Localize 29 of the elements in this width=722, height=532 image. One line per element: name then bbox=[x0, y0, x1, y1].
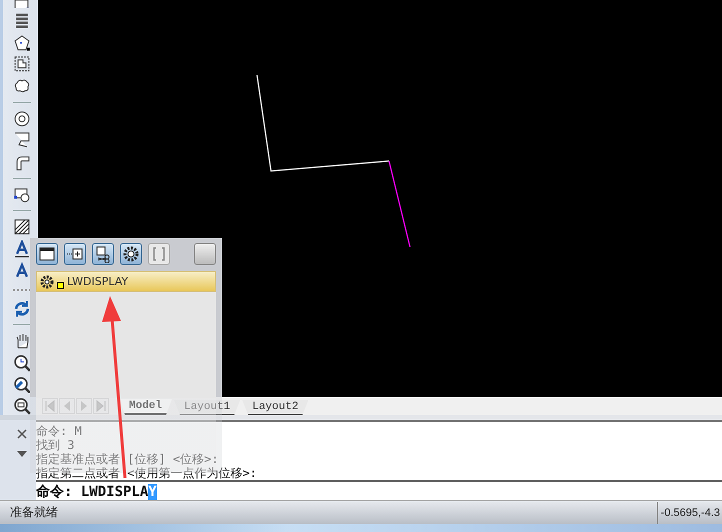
command-history-line: 指定基准点或者 [位移] <位移>: bbox=[36, 452, 220, 466]
callout-icon[interactable] bbox=[13, 131, 31, 150]
hatch-region-icon[interactable] bbox=[13, 55, 31, 73]
suggestion-item[interactable]: LWDISPLAY bbox=[36, 271, 216, 292]
command-history-line: 找到 3 bbox=[36, 438, 76, 452]
toolbar-button[interactable] bbox=[120, 243, 142, 265]
marker-icon bbox=[57, 282, 64, 289]
text-icon[interactable] bbox=[13, 240, 31, 258]
command-history-line: 指定第二点或者 <使用第一点作为位移>: bbox=[36, 466, 258, 480]
status-message: 准备就绪 bbox=[9, 504, 59, 521]
window-icon bbox=[38, 245, 56, 263]
close-icon[interactable] bbox=[16, 428, 28, 440]
toolbar-button[interactable] bbox=[64, 243, 86, 265]
polygon-icon[interactable] bbox=[13, 34, 31, 52]
toolbar-button[interactable] bbox=[36, 243, 58, 265]
zoom-icon[interactable] bbox=[13, 354, 31, 372]
command-history-line: 命令: M bbox=[36, 424, 83, 438]
scissors-icon bbox=[94, 245, 112, 263]
toolbar-button[interactable] bbox=[92, 243, 114, 265]
text-icon[interactable] bbox=[13, 262, 31, 280]
refresh-icon[interactable] bbox=[13, 300, 31, 318]
gear-icon bbox=[122, 245, 140, 263]
layout-tab[interactable]: Layout2 bbox=[242, 400, 308, 415]
gear-icon bbox=[40, 274, 54, 288]
hatch-icon[interactable] bbox=[13, 218, 31, 236]
panel-button[interactable] bbox=[194, 243, 216, 265]
region-icon[interactable] bbox=[13, 186, 31, 204]
circle-icon[interactable] bbox=[13, 110, 31, 128]
cloud-icon[interactable] bbox=[13, 76, 31, 95]
